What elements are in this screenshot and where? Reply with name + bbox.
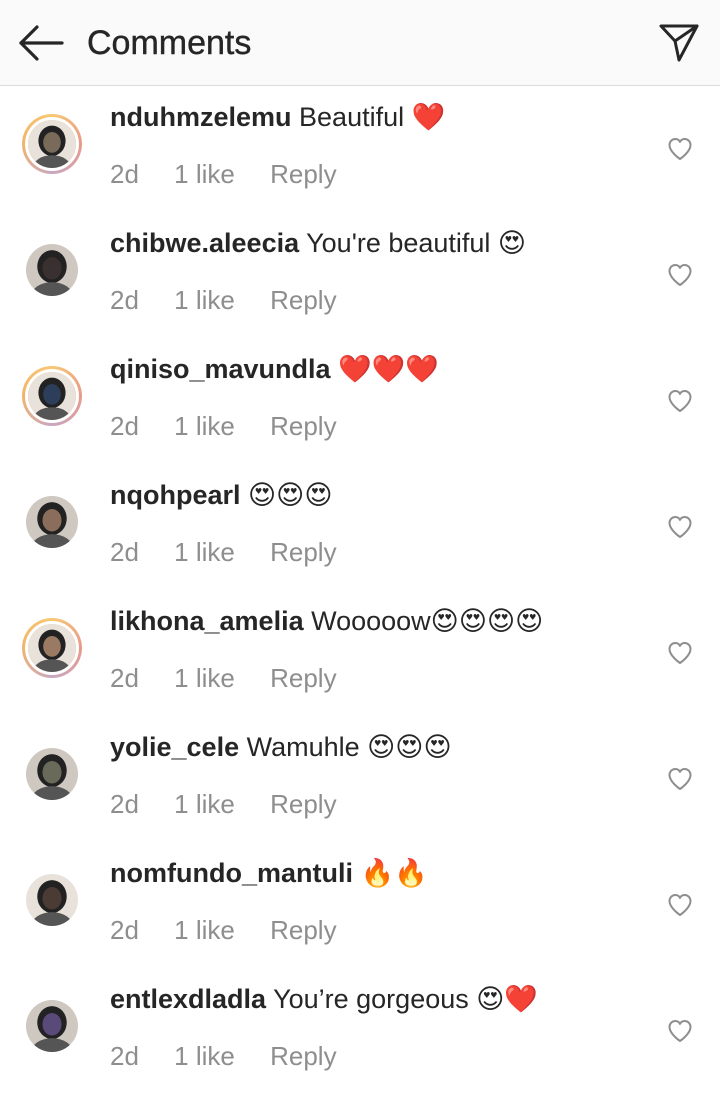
comment-meta: 2d 1 like Reply bbox=[110, 789, 365, 819]
comment-item: qiniso_mavundla ❤️❤️❤️ 2d 1 like Reply bbox=[0, 338, 720, 464]
comment-text: Wamuhle 😍😍😍 bbox=[246, 732, 452, 762]
comment-text: 😍😍😍 bbox=[248, 480, 333, 510]
comment-username[interactable]: yolie_cele bbox=[110, 732, 239, 762]
avatar[interactable] bbox=[22, 870, 82, 930]
comment-text: Wooooow😍😍😍😍 bbox=[311, 606, 544, 636]
comment-list: nduhmzelemu Beautiful ❤️ 2d 1 like Reply bbox=[0, 86, 720, 1094]
comment-likes[interactable]: 1 like bbox=[174, 915, 235, 945]
comment-username[interactable]: chibwe.aleecia bbox=[110, 228, 299, 258]
reply-button[interactable]: Reply bbox=[270, 789, 336, 819]
heart-icon[interactable] bbox=[667, 262, 693, 288]
comment-item: nduhmzelemu Beautiful ❤️ 2d 1 like Reply bbox=[0, 86, 720, 212]
comment-username[interactable]: nqohpearl bbox=[110, 480, 241, 510]
comment-time: 2d bbox=[110, 915, 139, 945]
comment-item: chibwe.aleecia You're beautiful 😍 2d 1 l… bbox=[0, 212, 720, 338]
comment-text: Beautiful ❤️ bbox=[299, 102, 446, 132]
comment-meta: 2d 1 like Reply bbox=[110, 1041, 365, 1071]
avatar[interactable] bbox=[22, 492, 82, 552]
page-title: Comments bbox=[87, 24, 252, 62]
avatar-image bbox=[26, 1000, 78, 1052]
avatar-image bbox=[25, 117, 79, 171]
comment-time: 2d bbox=[110, 537, 139, 567]
comment-username[interactable]: nduhmzelemu bbox=[110, 102, 292, 132]
heart-icon[interactable] bbox=[667, 514, 693, 540]
send-icon[interactable] bbox=[658, 21, 700, 63]
comment-username[interactable]: nomfundo_mantuli bbox=[110, 858, 353, 888]
top-bar: Comments bbox=[0, 0, 720, 86]
heart-icon[interactable] bbox=[667, 388, 693, 414]
avatar-image bbox=[25, 369, 79, 423]
avatar-image bbox=[25, 621, 79, 675]
comment-time: 2d bbox=[110, 1041, 139, 1071]
comment-likes[interactable]: 1 like bbox=[174, 159, 235, 189]
comment-text: ❤️❤️❤️ bbox=[338, 354, 439, 384]
comment-meta: 2d 1 like Reply bbox=[110, 159, 365, 189]
comment-likes[interactable]: 1 like bbox=[174, 1041, 235, 1071]
avatar-image bbox=[26, 496, 78, 548]
comment-time: 2d bbox=[110, 159, 139, 189]
avatar[interactable] bbox=[22, 240, 82, 300]
comment-time: 2d bbox=[110, 663, 139, 693]
comment-meta: 2d 1 like Reply bbox=[110, 285, 365, 315]
reply-button[interactable]: Reply bbox=[270, 663, 336, 693]
comment-username[interactable]: entlexdladla bbox=[110, 984, 266, 1014]
comment-time: 2d bbox=[110, 789, 139, 819]
comment-meta: 2d 1 like Reply bbox=[110, 411, 365, 441]
avatar[interactable] bbox=[22, 114, 82, 174]
comment-meta: 2d 1 like Reply bbox=[110, 663, 365, 693]
avatar-image bbox=[26, 748, 78, 800]
reply-button[interactable]: Reply bbox=[270, 285, 336, 315]
heart-icon[interactable] bbox=[667, 640, 693, 666]
comment-text: You're beautiful 😍 bbox=[306, 228, 527, 258]
comment-item: entlexdladla You’re gorgeous 😍❤️ 2d 1 li… bbox=[0, 968, 720, 1094]
comment-username[interactable]: likhona_amelia bbox=[110, 606, 304, 636]
avatar-image bbox=[26, 244, 78, 296]
comment-item: nomfundo_mantuli 🔥🔥 2d 1 like Reply bbox=[0, 842, 720, 968]
reply-button[interactable]: Reply bbox=[270, 537, 336, 567]
comment-text: You’re gorgeous 😍❤️ bbox=[273, 984, 539, 1014]
comment-time: 2d bbox=[110, 411, 139, 441]
avatar[interactable] bbox=[22, 996, 82, 1056]
comment-item: yolie_cele Wamuhle 😍😍😍 2d 1 like Reply bbox=[0, 716, 720, 842]
comment-meta: 2d 1 like Reply bbox=[110, 537, 365, 567]
reply-button[interactable]: Reply bbox=[270, 411, 336, 441]
comment-likes[interactable]: 1 like bbox=[174, 663, 235, 693]
comment-username[interactable]: qiniso_mavundla bbox=[110, 354, 331, 384]
comment-likes[interactable]: 1 like bbox=[174, 789, 235, 819]
avatar[interactable] bbox=[22, 618, 82, 678]
comment-item: likhona_amelia Wooooow😍😍😍😍 2d 1 like Rep… bbox=[0, 590, 720, 716]
reply-button[interactable]: Reply bbox=[270, 1041, 336, 1071]
avatar[interactable] bbox=[22, 366, 82, 426]
comment-likes[interactable]: 1 like bbox=[174, 537, 235, 567]
avatar-image bbox=[26, 874, 78, 926]
comment-likes[interactable]: 1 like bbox=[174, 411, 235, 441]
heart-icon[interactable] bbox=[667, 892, 693, 918]
comment-text: 🔥🔥 bbox=[360, 858, 428, 888]
heart-icon[interactable] bbox=[667, 1018, 693, 1044]
comment-time: 2d bbox=[110, 285, 139, 315]
comment-likes[interactable]: 1 like bbox=[174, 285, 235, 315]
reply-button[interactable]: Reply bbox=[270, 915, 336, 945]
back-arrow-icon[interactable] bbox=[18, 24, 64, 62]
heart-icon[interactable] bbox=[667, 766, 693, 792]
heart-icon[interactable] bbox=[667, 136, 693, 162]
avatar[interactable] bbox=[22, 744, 82, 804]
comment-meta: 2d 1 like Reply bbox=[110, 915, 365, 945]
reply-button[interactable]: Reply bbox=[270, 159, 336, 189]
comment-item: nqohpearl 😍😍😍 2d 1 like Reply bbox=[0, 464, 720, 590]
